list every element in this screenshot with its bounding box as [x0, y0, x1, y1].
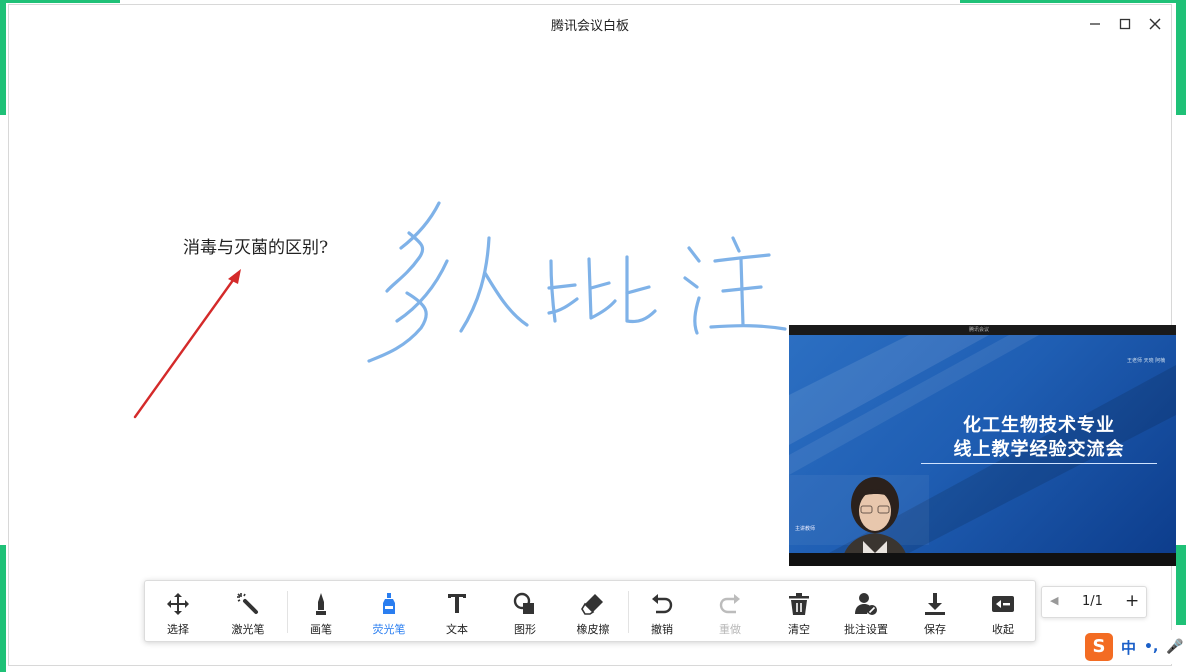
- ime-status-bar[interactable]: S 中 •, 🎤: [1082, 630, 1186, 664]
- top-green-bar-left: [0, 0, 120, 3]
- move-icon: [167, 593, 189, 615]
- minimize-icon: [1090, 23, 1100, 25]
- minimize-button[interactable]: [1082, 13, 1108, 35]
- tool-text-label: 文本: [446, 623, 468, 636]
- tool-pen-label: 画笔: [310, 623, 332, 636]
- tool-save[interactable]: 保存: [902, 581, 968, 641]
- add-page-button[interactable]: +: [1125, 591, 1139, 611]
- video-preview[interactable]: 腾讯会议 化工生物技术专业 线上教学经验交流会 王老师 天晓 阿楠 主讲教师: [789, 325, 1176, 566]
- tool-highlighter-label: 荧光笔: [372, 623, 406, 636]
- tool-save-label: 保存: [924, 623, 946, 636]
- red-arrow-annotation: [133, 269, 241, 419]
- redo-icon: [719, 594, 740, 614]
- maximize-icon: [1119, 18, 1131, 30]
- microphone-icon[interactable]: 🎤: [1166, 639, 1183, 655]
- presenter-avatar: [844, 477, 906, 553]
- tool-select-label: 选择: [167, 623, 189, 636]
- title-bar: 腾讯会议白板: [9, 5, 1171, 43]
- trash-icon: [789, 593, 809, 615]
- user-settings-icon: [855, 593, 877, 615]
- left-green-bar-top: [0, 0, 6, 115]
- tool-annotation-settings[interactable]: 批注设置: [833, 581, 899, 641]
- tool-annotation-settings-label: 批注设置: [844, 623, 888, 636]
- right-green-bar-top: [1176, 0, 1186, 115]
- tool-eraser[interactable]: 橡皮擦: [560, 581, 626, 641]
- text-t-icon: [448, 594, 466, 613]
- tool-laser-pointer[interactable]: 激光笔: [215, 581, 281, 641]
- tool-eraser-label: 橡皮擦: [576, 623, 610, 636]
- close-icon: [1149, 18, 1161, 30]
- shapes-icon: [513, 592, 534, 614]
- video-participants-text: 王老师 天晓 阿楠: [1127, 358, 1166, 364]
- tool-shapes-label: 图形: [514, 623, 536, 636]
- ime-mode[interactable]: 中: [1121, 637, 1136, 658]
- sogou-logo-icon: S: [1085, 633, 1113, 661]
- handwriting-annotation: [367, 201, 787, 363]
- right-green-bar-bottom: [1176, 545, 1186, 625]
- window-title: 腾讯会议白板: [550, 19, 629, 34]
- maximize-button[interactable]: [1112, 13, 1138, 35]
- laser-wand-icon: [237, 593, 258, 614]
- collapse-icon: [992, 596, 1014, 612]
- video-top-text: 腾讯会议: [969, 327, 990, 333]
- tool-redo-label: 重做: [719, 623, 741, 636]
- tool-text[interactable]: 文本: [424, 581, 490, 641]
- shared-slide: 化工生物技术专业 线上教学经验交流会 王老师 天晓 阿楠 主讲教师: [789, 335, 1176, 553]
- eraser-icon: [581, 594, 603, 615]
- tool-laser-pointer-label: 激光笔: [231, 623, 265, 636]
- video-top-bar: 腾讯会议: [789, 325, 1176, 335]
- left-green-bar-bottom: [0, 545, 6, 672]
- tool-collapse[interactable]: 收起: [970, 581, 1036, 641]
- undo-icon: [652, 594, 673, 614]
- tool-highlighter[interactable]: 荧光笔: [356, 581, 422, 641]
- close-button[interactable]: [1142, 13, 1168, 35]
- tool-select[interactable]: 选择: [145, 581, 211, 641]
- highlighter-icon: [383, 593, 395, 614]
- tool-collapse-label: 收起: [992, 623, 1014, 636]
- page-navigator: ◀ 1/1 +: [1041, 586, 1147, 618]
- marker-pen-icon: [316, 593, 326, 615]
- tool-clear-label: 清空: [788, 623, 810, 636]
- tool-undo[interactable]: 撤销: [629, 581, 695, 641]
- video-speaker-text: 主讲教师: [795, 526, 816, 532]
- tool-clear[interactable]: 清空: [766, 581, 832, 641]
- annotation-toolbar: 选择 激光笔 画笔 荧光笔 文本 图形 橡皮擦 撤销 重做 清空 批注设置 保存…: [144, 580, 1036, 642]
- tool-redo[interactable]: 重做: [697, 581, 763, 641]
- ime-punctuation[interactable]: •,: [1144, 639, 1158, 655]
- slide-title-line2: 线上教学经验交流会: [953, 439, 1125, 460]
- tool-shapes[interactable]: 图形: [492, 581, 558, 641]
- page-indicator: 1/1: [1082, 594, 1103, 609]
- tool-undo-label: 撤销: [651, 623, 673, 636]
- prev-page-button[interactable]: ◀: [1050, 594, 1058, 607]
- tool-pen[interactable]: 画笔: [288, 581, 354, 641]
- slide-title-line1: 化工生物技术专业: [963, 415, 1115, 436]
- slide-divider: [921, 463, 1157, 464]
- download-icon: [925, 593, 945, 615]
- top-green-bar-right: [960, 0, 1186, 3]
